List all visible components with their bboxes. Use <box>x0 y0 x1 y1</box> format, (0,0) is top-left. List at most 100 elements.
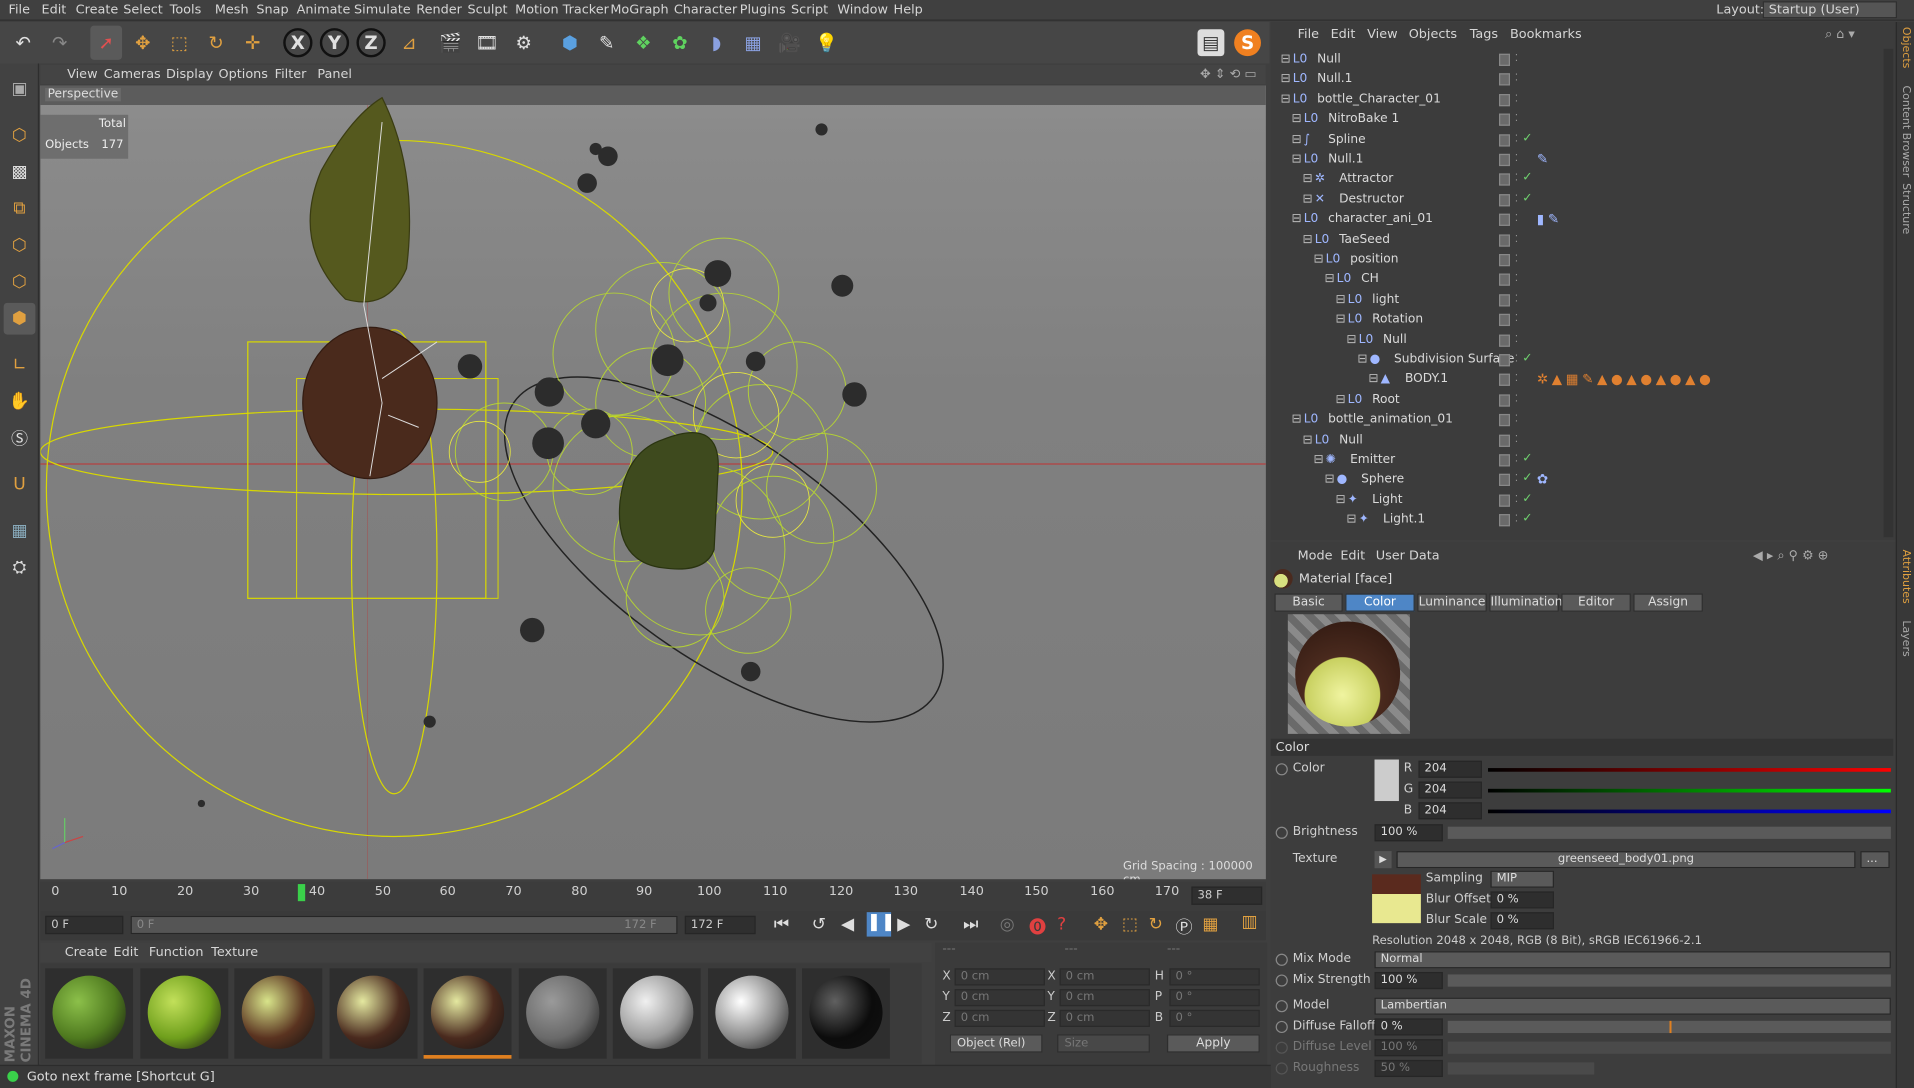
key-scale-icon[interactable]: ⬚ <box>1122 915 1138 935</box>
points-mode-icon[interactable]: ⬡ <box>4 230 36 262</box>
visibility-dots-icon[interactable]: ⁚ <box>1515 493 1520 508</box>
layer-toggle-icon[interactable] <box>1499 73 1511 86</box>
expand-toggle-icon[interactable]: ⊟ <box>1368 373 1378 386</box>
object-name[interactable]: CH <box>1361 273 1379 286</box>
texture-file-button[interactable]: greenseed_body01.png <box>1396 851 1856 869</box>
menu-edit[interactable]: Edit <box>42 2 67 17</box>
visibility-dots-icon[interactable]: ⁚ <box>1515 273 1520 288</box>
edges-mode-icon[interactable]: ⬡ <box>4 266 36 298</box>
layer-toggle-icon[interactable] <box>1499 514 1511 527</box>
timeline-playhead[interactable] <box>297 884 306 902</box>
side-tab-objects[interactable]: Objects <box>1899 27 1911 69</box>
menu-script[interactable]: Script <box>791 2 828 17</box>
side-tab-content-browser[interactable]: Content Browser <box>1899 85 1911 177</box>
menu-file[interactable]: File <box>9 2 30 17</box>
object-row[interactable]: ⊟ ✲ Attractor ⁚ ✓ <box>1271 170 1896 190</box>
magnet-icon[interactable]: U <box>4 469 36 501</box>
menu-simulate[interactable]: Simulate <box>354 2 411 17</box>
mix-mode-anim-icon[interactable] <box>1275 953 1288 966</box>
record-keys-icon[interactable]: ◎ <box>1000 915 1015 935</box>
visibility-dots-icon[interactable]: ⁚ <box>1515 173 1520 188</box>
visibility-dots-icon[interactable]: ⁚ <box>1515 193 1520 208</box>
om-menu-edit[interactable]: Edit <box>1331 27 1356 42</box>
object-row[interactable]: ⊟ ✦ Light ⁚ ✓ <box>1271 491 1896 511</box>
object-row[interactable]: ⊟ L0 character_ani_01 ⁚ ▮✎ <box>1271 210 1896 230</box>
layer-toggle-icon[interactable] <box>1499 314 1511 327</box>
subdivision-icon[interactable]: ❖ <box>627 26 659 60</box>
render-view-icon[interactable]: 🎬 <box>435 26 467 60</box>
model-select[interactable]: Lambertian <box>1374 997 1891 1015</box>
diffuse-falloff-slider[interactable] <box>1447 1020 1891 1034</box>
coordinate-system-icon[interactable]: ⊿ <box>393 26 425 60</box>
r-slider[interactable] <box>1488 768 1891 772</box>
expand-toggle-icon[interactable]: ⊟ <box>1292 213 1302 226</box>
menu-motion-tracker[interactable]: Motion Tracker <box>515 2 609 17</box>
material-swatch[interactable] <box>801 968 890 1059</box>
tab-editor[interactable]: Editor <box>1561 593 1631 612</box>
floor-icon[interactable]: ▦ <box>737 26 769 60</box>
expand-toggle-icon[interactable]: ⊟ <box>1302 433 1312 446</box>
visibility-dots-icon[interactable]: ⁚ <box>1515 93 1520 108</box>
om-search-icon[interactable]: ⌕ ⌂ ▾ <box>1825 27 1855 43</box>
object-name[interactable]: Light <box>1372 493 1402 506</box>
rotate-icon[interactable]: ↻ <box>200 26 232 60</box>
expand-toggle-icon[interactable]: ⊟ <box>1313 253 1323 266</box>
expand-toggle-icon[interactable]: ⊟ <box>1335 493 1345 506</box>
end-frame-field[interactable]: 172 F <box>684 915 756 935</box>
key-rotation-icon[interactable]: ↻ <box>1149 915 1163 935</box>
menu-render[interactable]: Render <box>416 2 462 17</box>
layer-toggle-icon[interactable] <box>1499 374 1511 387</box>
object-tags[interactable]: ✲▲▦✎▲●▲●▲●▲● <box>1537 372 1715 388</box>
diffuse-level-input[interactable]: 100 % <box>1374 1039 1443 1057</box>
array-icon[interactable]: ✿ <box>664 26 696 60</box>
layer-toggle-icon[interactable] <box>1499 93 1511 106</box>
object-row[interactable]: ⊟ ✦ Light.1 ⁚ ✓ <box>1271 511 1896 531</box>
visibility-dots-icon[interactable]: ⁚ <box>1515 293 1520 308</box>
brightness-input[interactable]: 100 % <box>1374 824 1443 842</box>
visibility-dots-icon[interactable]: ⁚ <box>1515 133 1520 148</box>
object-name[interactable]: Attractor <box>1339 173 1393 186</box>
layer-toggle-icon[interactable] <box>1499 133 1511 147</box>
visibility-dots-icon[interactable]: ⁚ <box>1515 333 1520 348</box>
layer-toggle-icon[interactable] <box>1499 414 1511 427</box>
visibility-dots-icon[interactable]: ⁚ <box>1515 213 1520 228</box>
blur-offset-input[interactable]: 0 % <box>1490 891 1554 909</box>
object-name[interactable]: TaeSeed <box>1339 233 1390 246</box>
size-mode-select[interactable]: Size <box>1057 1034 1150 1053</box>
layer-toggle-icon[interactable] <box>1499 274 1511 287</box>
expand-toggle-icon[interactable]: ⊟ <box>1324 473 1334 486</box>
menu-snap[interactable]: Snap <box>256 2 288 17</box>
live-selection-icon[interactable]: ➚ <box>90 25 123 60</box>
mix-strength-slider[interactable] <box>1447 974 1891 987</box>
object-name[interactable]: Null <box>1383 333 1407 346</box>
layer-toggle-icon[interactable] <box>1499 53 1511 66</box>
visibility-dots-icon[interactable]: ⁚ <box>1515 473 1520 488</box>
enabled-check-icon[interactable]: ✓ <box>1522 191 1532 204</box>
coordinate-mode-select[interactable]: Object (Rel) <box>949 1034 1043 1053</box>
axis-mode-icon[interactable]: ∟ <box>4 349 36 381</box>
layer-toggle-icon[interactable] <box>1499 193 1511 207</box>
expand-toggle-icon[interactable]: ⊟ <box>1302 173 1312 186</box>
menu-tools[interactable]: Tools <box>170 2 202 17</box>
menu-select[interactable]: Select <box>123 2 163 17</box>
model-anim-icon[interactable] <box>1275 1000 1288 1013</box>
camera-icon[interactable]: 🎥 <box>774 26 806 60</box>
menu-animate[interactable]: Animate <box>297 2 351 17</box>
object-row[interactable]: ⊟ ∫ Spline ⁚ ✓ <box>1271 130 1896 150</box>
object-row[interactable]: ⊟ L0 Null.1 ⁚ <box>1271 70 1896 90</box>
start-frame-field[interactable]: 0 F <box>45 915 124 935</box>
object-row[interactable]: ⊟ L0 position ⁚ <box>1271 250 1896 270</box>
object-name[interactable]: Rotation <box>1372 313 1423 326</box>
sampling-select[interactable]: MIP <box>1490 870 1554 888</box>
prev-frame-icon[interactable]: ◀ <box>841 915 854 935</box>
y-axis-lock-icon[interactable]: Y <box>319 28 350 58</box>
layer-toggle-icon[interactable] <box>1499 454 1511 467</box>
object-row[interactable]: ⊟ L0 Null.1 ⁚ ✎ <box>1271 150 1896 170</box>
polygons-mode-icon[interactable]: ⬢ <box>3 302 36 335</box>
diffuse-falloff-anim-icon[interactable] <box>1275 1020 1288 1034</box>
viewport-menu-options[interactable]: Options <box>219 67 268 82</box>
scale-icon[interactable]: ⬚ <box>164 26 196 60</box>
material-swatch[interactable] <box>139 968 228 1059</box>
key-position-icon[interactable]: ✥ <box>1094 915 1108 935</box>
object-name[interactable]: Root <box>1372 393 1400 406</box>
